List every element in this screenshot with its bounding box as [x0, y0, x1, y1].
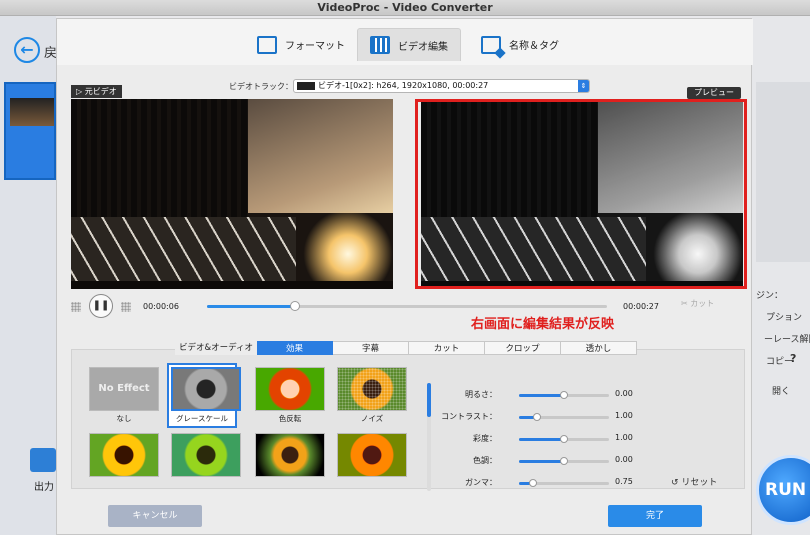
- reset-button[interactable]: ↺ リセット: [671, 475, 717, 488]
- video-edit-dialog: フォーマット ビデオ編集 名称＆タグ ビデオトラック： ビデオ-1[0x2]: …: [56, 18, 753, 535]
- effect-invert[interactable]: 色反転: [255, 367, 325, 424]
- tab-format[interactable]: フォーマット: [245, 28, 357, 61]
- effect-none[interactable]: No Effect なし: [89, 367, 159, 424]
- cancel-button[interactable]: キャンセル: [108, 505, 202, 527]
- slider-label: コントラスト：: [441, 412, 497, 421]
- reset-label: リセット: [681, 478, 718, 488]
- right-panel-text[interactable]: コピー: [766, 354, 793, 367]
- gamma-slider[interactable]: ガンマ： 0.75: [437, 477, 637, 489]
- slider-knob[interactable]: [528, 479, 537, 487]
- track-value: ビデオ-1[0x2]: h264, 1920x1080, 00:00:27: [318, 81, 489, 90]
- effect-item[interactable]: [89, 433, 159, 477]
- format-icon: [257, 35, 277, 54]
- preview-button[interactable]: プレビュー: [687, 87, 741, 99]
- right-panel-text[interactable]: プション: [766, 310, 802, 323]
- video-list-item[interactable]: [4, 82, 56, 180]
- effect-item[interactable]: [171, 433, 241, 477]
- film-edit-icon: [370, 36, 390, 54]
- back-icon[interactable]: ←: [14, 37, 40, 63]
- drag-handle-icon: [71, 302, 81, 312]
- slider-knob[interactable]: [560, 457, 568, 465]
- help-icon[interactable]: ?: [790, 352, 796, 365]
- slider-label: ガンマ：: [465, 478, 497, 487]
- slider-value: 0.75: [615, 477, 633, 486]
- slider-knob[interactable]: [560, 435, 568, 443]
- saturation-slider[interactable]: 彩度： 1.00: [437, 433, 637, 445]
- track-select[interactable]: ビデオ-1[0x2]: h264, 1920x1080, 00:00:27 ⇕: [293, 79, 590, 93]
- effect-item[interactable]: [255, 433, 325, 477]
- tab-format-label: フォーマット: [285, 41, 345, 52]
- done-button[interactable]: 完了: [608, 505, 702, 527]
- tab-name-tag-label: 名称＆タグ: [509, 41, 559, 52]
- video-track-row: ビデオトラック： ビデオ-1[0x2]: h264, 1920x1080, 00…: [57, 79, 753, 95]
- window-title: VideoProc - Video Converter: [317, 1, 493, 14]
- tab-cut[interactable]: カット: [409, 341, 485, 355]
- adjustment-sliders: 明るさ： 0.00 コントラスト： 1.00 彩度： 1.00 色調： 0.00…: [437, 389, 637, 489]
- tab-video-edit[interactable]: ビデオ編集: [357, 28, 461, 61]
- annotation-text: 右画面に編集結果が反映: [471, 317, 615, 332]
- track-thumb: [297, 82, 315, 90]
- effect-label: なし: [116, 414, 132, 423]
- current-time: 00:00:06: [143, 302, 179, 311]
- effects-scrollbar[interactable]: [427, 383, 431, 491]
- slider-label: 明るさ：: [465, 390, 497, 399]
- end-time: 00:00:27: [623, 302, 659, 311]
- right-panel-text: ジン：: [756, 291, 784, 301]
- right-panel-text[interactable]: ーレース解除: [764, 332, 810, 345]
- seek-knob[interactable]: [290, 301, 300, 311]
- seek-bar[interactable]: [207, 301, 607, 311]
- tab-video-audio[interactable]: ビデオ&オーディオ: [175, 341, 257, 355]
- hue-slider[interactable]: 色調： 0.00: [437, 455, 637, 467]
- brightness-slider[interactable]: 明るさ： 0.00: [437, 389, 637, 401]
- output-label: 出力: [34, 482, 54, 493]
- contrast-slider[interactable]: コントラスト： 1.00: [437, 411, 637, 423]
- chevron-down-icon: ⇕: [578, 80, 589, 92]
- tab-subtitles[interactable]: 字幕: [333, 341, 409, 355]
- effect-grayscale[interactable]: グレースケール: [167, 363, 241, 428]
- slider-value: 1.00: [615, 411, 633, 420]
- effects-grid: No Effect なし グレースケール 色反転 ノイズ: [85, 363, 421, 489]
- slider-label: 彩度：: [473, 434, 497, 443]
- top-tabs: フォーマット ビデオ編集 名称＆タグ: [57, 19, 753, 65]
- effect-noise[interactable]: ノイズ: [337, 367, 407, 424]
- effect-none-thumb: No Effect: [90, 368, 158, 410]
- slider-value: 0.00: [615, 455, 633, 464]
- playback-controls: ❚❚ 00:00:06 00:00:27 ✂ カット: [71, 293, 747, 319]
- effect-label: ノイズ: [360, 414, 384, 423]
- effect-label: グレースケール: [175, 414, 229, 423]
- slider-knob[interactable]: [533, 413, 541, 421]
- track-label: ビデオトラック：: [229, 82, 293, 91]
- edited-preview-video: [421, 99, 743, 289]
- slider-value: 1.00: [615, 433, 633, 442]
- seek-fill: [207, 305, 295, 308]
- tab-effects[interactable]: 効果: [257, 341, 333, 355]
- slider-knob[interactable]: [560, 391, 568, 399]
- effect-item[interactable]: [337, 433, 407, 477]
- pause-icon[interactable]: ❚❚: [89, 294, 113, 318]
- sub-tabs: ビデオ&オーディオ 効果 字幕 カット クロップ 透かし: [175, 341, 637, 357]
- slider-value: 0.00: [615, 389, 633, 398]
- right-panel-text[interactable]: 開く: [772, 384, 790, 397]
- effect-label: 色反転: [278, 414, 302, 423]
- tab-video-edit-label: ビデオ編集: [398, 41, 448, 53]
- original-video-label: ▷ 元ビデオ: [71, 85, 122, 98]
- tab-watermark[interactable]: 透かし: [561, 341, 637, 355]
- output-icon[interactable]: [30, 448, 56, 472]
- original-video: [71, 99, 393, 289]
- tab-crop[interactable]: クロップ: [485, 341, 561, 355]
- drag-handle-icon: [121, 302, 131, 312]
- tab-name-tag[interactable]: 名称＆タグ: [469, 28, 571, 61]
- cut-button[interactable]: ✂ カット: [681, 298, 714, 309]
- slider-label: 色調：: [473, 456, 497, 465]
- title-bar: VideoProc - Video Converter: [0, 0, 810, 16]
- tag-icon: [481, 35, 501, 54]
- reset-icon: ↺: [671, 478, 679, 488]
